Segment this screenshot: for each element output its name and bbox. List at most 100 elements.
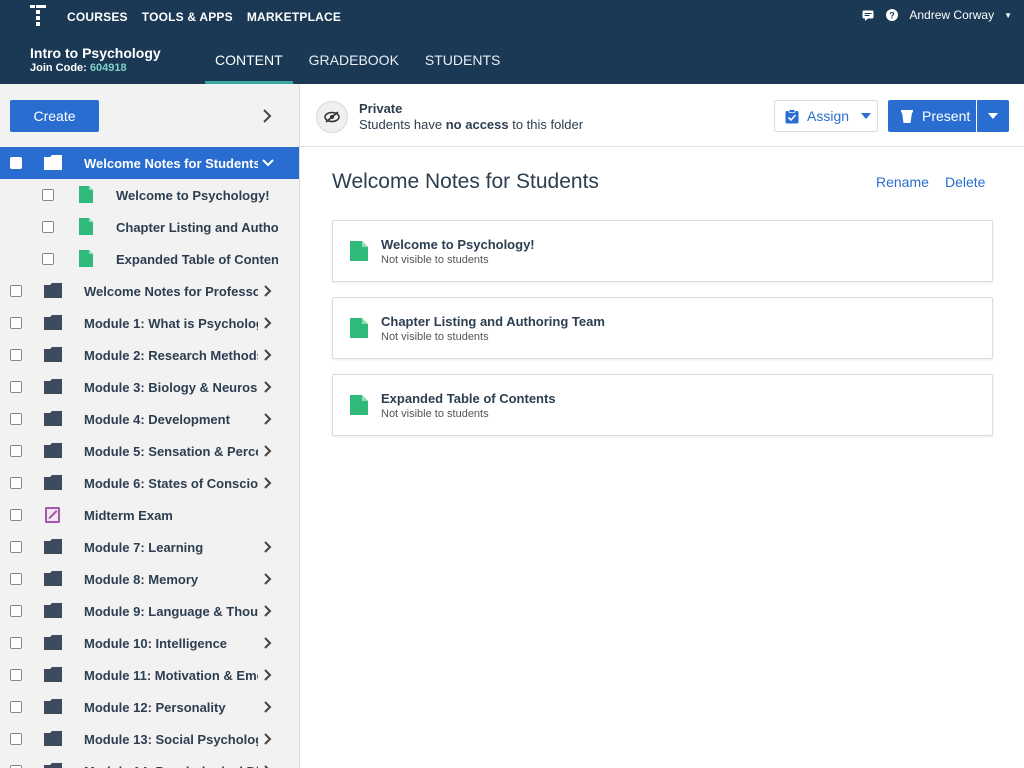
create-button[interactable]: Create <box>10 100 99 132</box>
chevron-right-icon[interactable] <box>262 636 274 650</box>
chevron-right-icon[interactable] <box>260 108 274 124</box>
logo-icon[interactable] <box>30 5 46 27</box>
chevron-right-icon[interactable] <box>262 380 274 394</box>
item-checkbox[interactable] <box>10 669 22 681</box>
nav-tools-apps[interactable]: TOOLS & APPS <box>142 10 233 24</box>
item-checkbox[interactable] <box>42 253 54 265</box>
nav-courses[interactable]: COURSES <box>67 10 128 24</box>
assign-label: Assign <box>807 108 850 124</box>
item-checkbox[interactable] <box>10 445 22 457</box>
chevron-right-icon[interactable] <box>262 572 274 586</box>
sidebar-item-exam[interactable]: Midterm Exam <box>0 499 299 531</box>
card-title: Expanded Table of Contents <box>381 391 556 406</box>
item-checkbox[interactable] <box>10 701 22 713</box>
tab-gradebook[interactable]: GRADEBOOK <box>299 40 409 84</box>
content-card[interactable]: Chapter Listing and Authoring Team Not v… <box>332 297 993 359</box>
eye-off-icon <box>324 111 340 123</box>
assign-button[interactable]: Assign <box>774 100 878 132</box>
sidebar-item-label: Module 6: States of Consciousness <box>84 475 258 491</box>
chevron-right-icon[interactable] <box>262 316 274 330</box>
sidebar-item-folder[interactable]: Module 11: Motivation & Emotion <box>0 659 299 691</box>
folder-icon <box>44 539 62 554</box>
sidebar-item-label: Module 12: Personality <box>84 699 226 715</box>
item-checkbox[interactable] <box>10 413 22 425</box>
sidebar-item-label: Welcome to Psychology! <box>116 187 270 203</box>
sidebar-item-folder[interactable]: Module 6: States of Consciousness <box>0 467 299 499</box>
sidebar-item-folder[interactable]: Module 14: Psychological Disorders <box>0 755 299 768</box>
sidebar-item-folder[interactable]: Module 4: Development <box>0 403 299 435</box>
sidebar-item-folder[interactable]: Module 12: Personality <box>0 691 299 723</box>
privacy-desc-suffix: to this folder <box>508 117 584 132</box>
user-name[interactable]: Andrew Corway <box>909 8 994 22</box>
chevron-right-icon[interactable] <box>262 444 274 458</box>
user-area: ? Andrew Corway ▼ <box>861 8 1012 22</box>
chevron-right-icon[interactable] <box>262 764 274 768</box>
chat-icon[interactable] <box>861 8 875 22</box>
sidebar-item-label: Module 3: Biology & Neuroscience <box>84 379 258 395</box>
sidebar-item-folder[interactable]: Welcome Notes for Students <box>0 147 299 179</box>
sidebar-item-doc[interactable]: Expanded Table of Content <box>0 243 299 275</box>
document-icon <box>79 218 93 235</box>
sidebar-item-folder[interactable]: Module 3: Biology & Neuroscience <box>0 371 299 403</box>
card-visibility: Not visible to students <box>381 254 489 266</box>
sidebar-item-folder[interactable]: Module 13: Social Psychology <box>0 723 299 755</box>
privacy-title: Private <box>359 101 403 116</box>
chevron-right-icon[interactable] <box>262 348 274 362</box>
sidebar-item-folder[interactable]: Module 2: Research Methods <box>0 339 299 371</box>
item-checkbox[interactable] <box>10 509 22 521</box>
present-menu-button[interactable] <box>977 100 1009 132</box>
item-checkbox[interactable] <box>10 477 22 489</box>
sidebar-item-doc[interactable]: Welcome to Psychology! <box>0 179 299 211</box>
content-card[interactable]: Welcome to Psychology! Not visible to st… <box>332 220 993 282</box>
join-code: Join Code: 604918 <box>30 62 127 74</box>
chevron-right-icon[interactable] <box>262 700 274 714</box>
chevron-right-icon[interactable] <box>262 284 274 298</box>
item-checkbox[interactable] <box>10 381 22 393</box>
tab-content[interactable]: CONTENT <box>205 40 293 84</box>
item-checkbox[interactable] <box>10 317 22 329</box>
chevron-down-icon[interactable] <box>262 156 274 170</box>
item-checkbox[interactable] <box>42 221 54 233</box>
item-checkbox[interactable] <box>10 637 22 649</box>
join-code-label: Join Code: <box>30 62 87 74</box>
tab-students[interactable]: STUDENTS <box>415 40 510 84</box>
sidebar-item-folder[interactable]: Module 7: Learning <box>0 531 299 563</box>
help-icon[interactable]: ? <box>885 8 899 22</box>
caret-down-icon[interactable]: ▼ <box>1004 11 1012 20</box>
sidebar-item-doc[interactable]: Chapter Listing and Author <box>0 211 299 243</box>
delete-link[interactable]: Delete <box>945 174 985 190</box>
sidebar-item-label: Module 2: Research Methods <box>84 347 258 363</box>
item-checkbox[interactable] <box>10 285 22 297</box>
sidebar-item-folder[interactable]: Welcome Notes for Professor <box>0 275 299 307</box>
item-checkbox[interactable] <box>10 157 22 169</box>
card-title: Welcome to Psychology! <box>381 237 535 252</box>
chevron-right-icon[interactable] <box>262 604 274 618</box>
sidebar-item-folder[interactable]: Module 9: Language & Thought <box>0 595 299 627</box>
rename-link[interactable]: Rename <box>876 174 929 190</box>
item-checkbox[interactable] <box>10 349 22 361</box>
content-card[interactable]: Expanded Table of Contents Not visible t… <box>332 374 993 436</box>
chevron-right-icon[interactable] <box>262 412 274 426</box>
sidebar-item-label: Welcome Notes for Students <box>84 155 258 171</box>
present-button[interactable]: Present <box>888 100 976 132</box>
sidebar-item-folder[interactable]: Module 10: Intelligence <box>0 627 299 659</box>
sidebar-item-folder[interactable]: Module 5: Sensation & Perception <box>0 435 299 467</box>
content-sidebar: Create Welcome Notes for Students Welcome… <box>0 84 300 768</box>
item-checkbox[interactable] <box>42 189 54 201</box>
sidebar-item-folder[interactable]: Module 1: What is Psychology <box>0 307 299 339</box>
card-visibility: Not visible to students <box>381 331 489 343</box>
chevron-right-icon[interactable] <box>262 668 274 682</box>
nav-marketplace[interactable]: MARKETPLACE <box>247 10 341 24</box>
item-checkbox[interactable] <box>10 541 22 553</box>
chevron-right-icon[interactable] <box>262 540 274 554</box>
item-checkbox[interactable] <box>10 573 22 585</box>
item-checkbox[interactable] <box>10 733 22 745</box>
chevron-right-icon[interactable] <box>262 476 274 490</box>
item-checkbox[interactable] <box>10 605 22 617</box>
sidebar-item-folder[interactable]: Module 8: Memory <box>0 563 299 595</box>
document-icon <box>79 186 93 203</box>
caret-down-icon <box>861 113 872 119</box>
visibility-toggle[interactable] <box>316 101 348 133</box>
chevron-right-icon[interactable] <box>262 732 274 746</box>
sidebar-item-label: Midterm Exam <box>84 507 173 523</box>
